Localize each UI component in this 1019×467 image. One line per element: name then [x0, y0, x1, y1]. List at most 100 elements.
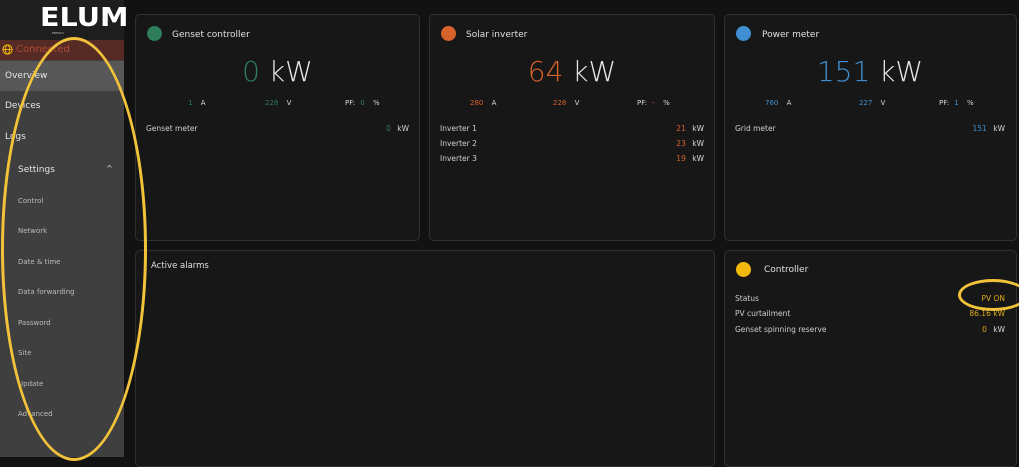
solar-pf-label: PF:	[637, 99, 648, 107]
inverter-1-value: 21	[676, 124, 686, 133]
pv-curtailment-label: PV curtailment	[735, 309, 791, 318]
genset-pf-unit: %	[373, 99, 380, 107]
genset-pf: PF: 0 %	[345, 99, 380, 107]
nav-settings-password[interactable]: Password	[0, 308, 124, 338]
genset-reserve-label: Genset spinning reserve	[735, 325, 827, 334]
solar-power-value: 64	[527, 55, 564, 88]
nav-settings-advanced[interactable]: Advanced	[0, 399, 124, 429]
inverter-3-label: Inverter 3	[440, 154, 477, 163]
solar-inverter-panel: Solar inverter 64 kW 280 A 228 V PF: - %…	[429, 14, 715, 241]
active-alarms-panel: Active alarms	[135, 250, 715, 467]
nav-password-label: Password	[18, 319, 51, 327]
genset-meter-value: 0	[386, 124, 391, 133]
power-meter-voltage-unit: V	[880, 99, 886, 107]
solar-voltage-unit: V	[574, 99, 580, 107]
solar-status-dot	[441, 26, 456, 41]
genset-power: 0 kW	[136, 55, 419, 88]
solar-pf: PF: - %	[637, 99, 670, 107]
genset-current-unit: A	[200, 99, 206, 107]
solar-power-unit: kW	[572, 55, 617, 88]
solar-pf-value: -	[652, 99, 655, 107]
power-meter-pf-label: PF:	[939, 99, 950, 107]
nav-devices-label: Devices	[5, 101, 41, 111]
solar-title: Solar inverter	[466, 30, 528, 40]
power-meter-panel: Power meter 151 kW 760 A 227 V PF: 1 % G…	[724, 14, 1017, 241]
logo-text: ELUM	[40, 3, 129, 33]
controller-panel: Controller Status PV ON PV curtailment 8…	[724, 250, 1017, 467]
genset-status-dot	[147, 26, 162, 41]
genset-power-unit: kW	[268, 55, 313, 88]
genset-power-value: 0	[242, 55, 260, 88]
nav-logs-label: Logs	[5, 132, 26, 142]
genset-reserve-unit: kW	[993, 325, 1005, 334]
genset-meter-label: Genset meter	[146, 124, 198, 133]
genset-meter-unit: kW	[397, 124, 409, 133]
controller-status-dot	[736, 262, 751, 277]
logo: ELUM ENERGY	[0, 0, 128, 40]
solar-current: 280 A	[470, 99, 496, 107]
genset-pf-value: 0	[360, 99, 365, 107]
inverter-1-label: Inverter 1	[440, 124, 477, 133]
genset-voltage: 228 V	[265, 99, 291, 107]
nav-site-label: Site	[18, 349, 32, 357]
nav-overview[interactable]: Overview	[0, 61, 124, 91]
controller-title: Controller	[764, 265, 809, 275]
power-meter-power: 151 kW	[725, 55, 1015, 88]
nav-control-label: Control	[18, 197, 44, 205]
power-meter-title: Power meter	[762, 30, 820, 40]
nav-logs[interactable]: Logs	[0, 122, 124, 152]
nav-settings-network[interactable]: Network	[0, 216, 124, 246]
globe-icon	[2, 44, 13, 55]
grid-meter-label: Grid meter	[735, 124, 776, 133]
power-meter-voltage: 227 V	[859, 99, 885, 107]
genset-controller-panel: Genset controller 0 kW 1 A 228 V PF: 0 %…	[135, 14, 420, 241]
connection-label: Connected	[16, 44, 70, 55]
power-meter-current: 760 A	[765, 99, 791, 107]
grid-meter-unit: kW	[993, 124, 1005, 133]
nav-datetime-label: Date & time	[18, 258, 61, 266]
nav-settings-label: Settings	[18, 165, 55, 175]
power-meter-status-dot	[736, 26, 751, 41]
inverter-3-unit: kW	[692, 154, 704, 163]
inverter-2-unit: kW	[692, 139, 704, 148]
inverter-1-unit: kW	[692, 124, 704, 133]
solar-voltage: 228 V	[553, 99, 579, 107]
chevron-up-icon: ^	[106, 164, 113, 173]
nav-settings-datetime[interactable]: Date & time	[0, 247, 124, 277]
genset-current-value: 1	[188, 99, 193, 107]
genset-current: 1 A	[188, 99, 206, 107]
power-meter-pf: PF: 1 %	[939, 99, 974, 107]
power-meter-power-value: 151	[816, 55, 871, 88]
solar-current-value: 280	[470, 99, 484, 107]
power-meter-current-value: 760	[765, 99, 779, 107]
nav-settings-site[interactable]: Site	[0, 338, 124, 368]
genset-reserve-value: 0	[982, 325, 987, 334]
nav-settings-forwarding[interactable]: Data forwarding	[0, 277, 124, 307]
nav-settings[interactable]: Settings ^	[0, 155, 124, 185]
inverter-3-reading: 19 kW	[676, 154, 704, 163]
sidebar: ELUM ENERGY Connected Overview Devices L…	[0, 0, 128, 457]
power-meter-current-unit: A	[786, 99, 792, 107]
genset-meter-reading: 0 kW	[386, 124, 409, 133]
solar-current-unit: A	[491, 99, 497, 107]
nav-advanced-label: Advanced	[18, 410, 53, 418]
solar-voltage-value: 228	[553, 99, 567, 107]
solar-pf-unit: %	[663, 99, 670, 107]
power-meter-pf-value: 1	[954, 99, 959, 107]
nav-devices[interactable]: Devices	[0, 91, 124, 121]
genset-pf-label: PF:	[345, 99, 356, 107]
genset-voltage-unit: V	[286, 99, 292, 107]
nav-overview-label: Overview	[5, 71, 48, 81]
genset-reserve-reading: 0 kW	[982, 325, 1005, 334]
nav-settings-control[interactable]: Control	[0, 186, 124, 216]
active-alarms-title: Active alarms	[151, 261, 209, 271]
power-meter-pf-unit: %	[967, 99, 974, 107]
grid-meter-value: 151	[972, 124, 987, 133]
nav-settings-update[interactable]: Update	[0, 369, 124, 399]
logo-tagline: ENERGY	[52, 31, 65, 35]
inverter-1-reading: 21 kW	[676, 124, 704, 133]
connection-status: Connected	[0, 40, 124, 60]
inverter-2-label: Inverter 2	[440, 139, 477, 148]
inverter-3-value: 19	[676, 154, 686, 163]
inverter-2-value: 23	[676, 139, 686, 148]
